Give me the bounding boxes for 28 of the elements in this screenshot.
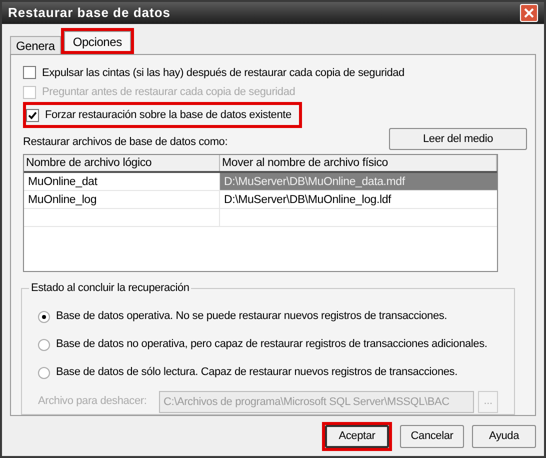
column-header[interactable]: Nombre de archivo lógico [24,155,220,172]
dialog-button[interactable]: Ayuda [472,425,536,448]
field-label: Archivo para deshacer: [38,394,148,410]
checkbox[interactable] [26,108,39,122]
checkbox-label: Expulsar las cintas (si las hay) después de restaurar cada copia de seguridad [42,66,404,81]
window-title: Restaurar base de datos [8,4,171,22]
radio-label: Base de datos no operativa, pero capaz de restaurar registros de transacciones adicionales. [56,337,488,352]
radio-label: Base de datos operativa. No se puede restaurar nuevos registros de transacciones. [56,309,448,324]
checkbox[interactable] [23,66,36,80]
tab[interactable]: Opciones [64,31,131,51]
close-icon [524,8,534,18]
read-media-button[interactable]: Leer del medio [389,128,527,150]
checkmark-icon [28,110,37,120]
tab[interactable]: Genera [10,36,61,54]
radio-button[interactable] [38,366,50,379]
column-header[interactable]: Mover al nombre de archivo físico [220,155,497,172]
dialog-button[interactable]: Cancelar [400,425,464,448]
dialog-button[interactable]: Aceptar [325,425,389,448]
section-label: Restaurar archivos de base de datos como: [23,134,228,150]
radio-button[interactable] [38,310,50,323]
table-cell: MuOnline_log [24,191,220,208]
radio-label: Base de datos de sólo lectura. Capaz de restaurar nuevos registros de transacciones. [56,365,458,380]
radio-button[interactable] [38,338,50,351]
checkbox-label: Preguntar antes de restaurar cada copia de seguridad [42,85,296,100]
table-cell[interactable]: D:\MuServer\DB\MuOnline_log.ldf [220,191,497,208]
close-button[interactable] [520,4,538,22]
checkbox-label: Forzar restauración sobre la base de datos existente [45,108,292,123]
group-title: Estado al concluir la recuperación [29,280,192,296]
